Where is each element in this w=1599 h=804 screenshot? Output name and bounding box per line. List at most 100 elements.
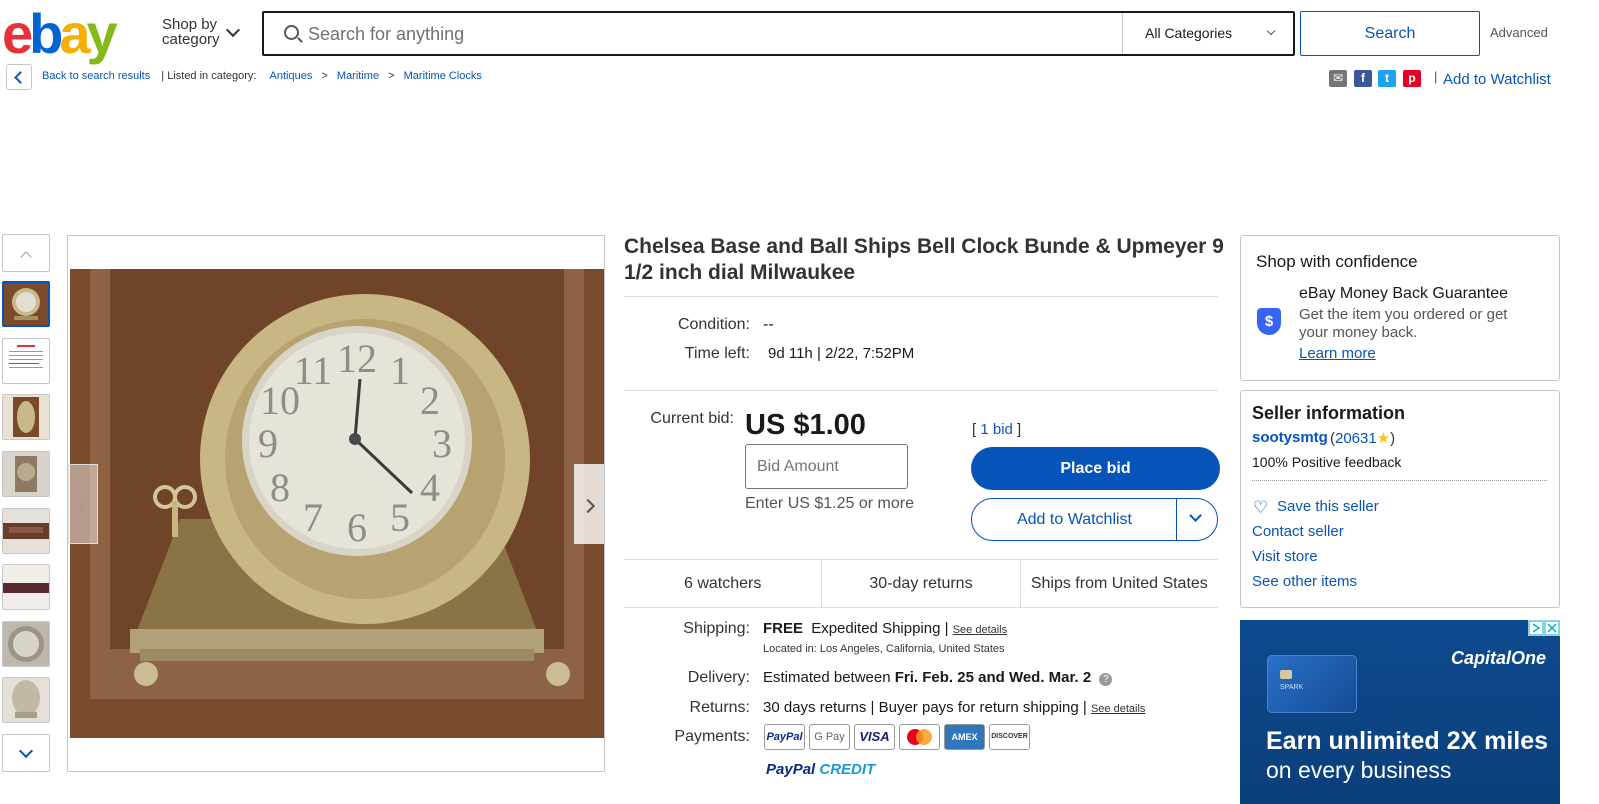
thumbnail-scroll-down-button[interactable] [2,734,50,772]
condition-label: Condition: [677,316,750,333]
main-image-viewer[interactable]: 12 1 2 3 4 5 6 7 8 9 10 11 [67,235,605,772]
bid-hint: Enter US $1.25 or more [745,495,914,512]
twitter-share-icon[interactable]: t [1378,70,1396,87]
delivery-text: Estimated between [763,669,891,686]
seller-feedback-score: (20631★) [1330,429,1395,447]
save-seller-link[interactable]: Save this seller [1277,498,1379,515]
thumbnail-4[interactable] [2,451,50,497]
category-select-value: All Categories [1145,25,1233,41]
bid-history-link[interactable]: 1 bid [980,421,1013,438]
shop-by-category-button[interactable]: Shop by category [162,16,241,48]
place-bid-button[interactable]: Place bid [971,447,1220,490]
paypal-icon: PayPal [764,724,805,750]
bracket: [ [972,421,977,438]
seller-name-link[interactable]: sootysmtg [1252,429,1328,446]
star-icon: ★ [1376,430,1391,447]
divider [624,296,1218,297]
ships-from: Ships from United States [1030,575,1208,592]
thumbnail-1[interactable] [2,281,50,327]
bid-amount-input[interactable] [745,444,908,489]
ad-brand: CapitalOne [1451,648,1547,668]
shop-by-label-2: category [162,31,220,48]
thumbnail-8[interactable] [2,677,50,723]
ad-headline: Earn unlimited 2X miles [1266,727,1549,755]
listed-in-label: | Listed in category: [161,70,257,82]
credit-card-image: SPARK [1267,655,1357,713]
thumbnail-2[interactable] [2,338,50,384]
paypal-credit-label: CREDIT [819,761,876,778]
thumbnail-scroll-up-button[interactable] [2,234,50,272]
time-left-value: 9d 11h [768,345,813,362]
item-stats: 6 watchers 30-day returns Ships from Uni… [624,559,1218,608]
info-icon[interactable]: ? [1099,673,1113,686]
heart-icon[interactable]: ♡ [1253,498,1268,518]
facebook-share-icon[interactable]: f [1354,70,1372,87]
ad-subline: on every business [1266,757,1452,783]
back-to-search-link[interactable]: Back to search results [42,70,150,82]
svg-text:7: 7 [303,495,323,540]
svg-text:4: 4 [420,465,440,510]
thumbnail-5[interactable] [2,508,50,554]
svg-text:11: 11 [294,348,333,393]
returns-label: Returns: [689,699,750,716]
thumbnail-3[interactable] [2,394,50,440]
shop-by-label: Shop by [162,16,218,33]
returns-info: 30 days returns | Buyer pays for return … [763,699,1145,716]
item-title: Chelsea Base and Ball Ships Bell Clock B… [624,235,1224,284]
thumbnail-7[interactable] [2,621,50,667]
paren: ) [1390,430,1396,447]
svg-text:3: 3 [432,421,452,466]
breadcrumb-sep: > [321,70,328,82]
delivery-info: Estimated between Fri. Feb. 25 and Wed. … [763,669,1113,686]
pinterest-share-icon[interactable]: p [1403,70,1421,87]
ad-close-icon[interactable] [1528,620,1560,636]
shipping-info: FREE Expedited Shipping | See details [763,620,1007,637]
search-input[interactable] [308,21,1108,47]
previous-image-button[interactable] [68,464,98,544]
svg-text:9: 9 [258,421,278,466]
breadcrumb-antiques[interactable]: Antiques [270,70,313,82]
shipping-see-details-link[interactable]: See details [953,624,1007,636]
returns-info: 30-day returns [822,560,1021,607]
search-icon [284,25,299,40]
learn-more-link[interactable]: Learn more [1299,345,1376,362]
product-photo: 12 1 2 3 4 5 6 7 8 9 10 11 [70,269,604,738]
add-to-watchlist-button[interactable]: Add to Watchlist [971,498,1218,541]
visit-store-link[interactable]: Visit store [1252,548,1318,565]
shipping-free: FREE [763,620,804,637]
search-bar: All Categories [262,11,1295,56]
svg-text:1: 1 [390,348,410,393]
condition-value: -- [763,316,774,333]
feedback-score-link[interactable]: 20631 [1335,430,1377,447]
divider [624,390,1218,391]
advertisement[interactable]: CapitalOne SPARK Earn unlimited 2X miles… [1240,620,1560,804]
add-to-watchlist-link[interactable]: Add to Watchlist [1443,71,1551,88]
search-button[interactable]: Search [1300,11,1480,56]
advanced-search-link[interactable]: Advanced [1490,25,1548,40]
svg-text:2: 2 [420,378,440,423]
category-select[interactable]: All Categories [1122,13,1294,54]
mastercard-icon [899,724,940,750]
shipping-label: Shipping: [683,620,750,637]
thumbnail-6[interactable] [2,564,50,610]
see-other-items-link[interactable]: See other items [1252,573,1357,590]
guarantee-title: eBay Money Back Guarantee [1299,285,1509,302]
ebay-logo[interactable]: ebay [2,6,128,62]
current-price: US $1.00 [745,409,866,441]
divider [1252,480,1547,481]
delivery-label: Delivery: [687,669,750,686]
breadcrumb-maritime-clocks[interactable]: Maritime Clocks [404,70,482,82]
chevron-down-icon[interactable] [1189,509,1202,522]
time-left-label: Time left: [684,345,750,362]
breadcrumb-maritime[interactable]: Maritime [337,70,379,82]
email-share-icon[interactable]: ✉ [1329,70,1347,87]
contact-seller-link[interactable]: Contact seller [1252,523,1344,540]
next-image-button[interactable] [574,464,604,544]
back-arrow-icon[interactable] [6,64,32,90]
svg-text:5: 5 [390,495,410,540]
returns-see-details-link[interactable]: See details [1091,703,1145,715]
guarantee-text: Get the item you ordered or get [1299,306,1508,323]
watchers-count: 6 watchers [624,560,823,607]
end-time: | 2/22, 7:52PM [817,345,915,362]
payments-label: Payments: [674,728,750,745]
